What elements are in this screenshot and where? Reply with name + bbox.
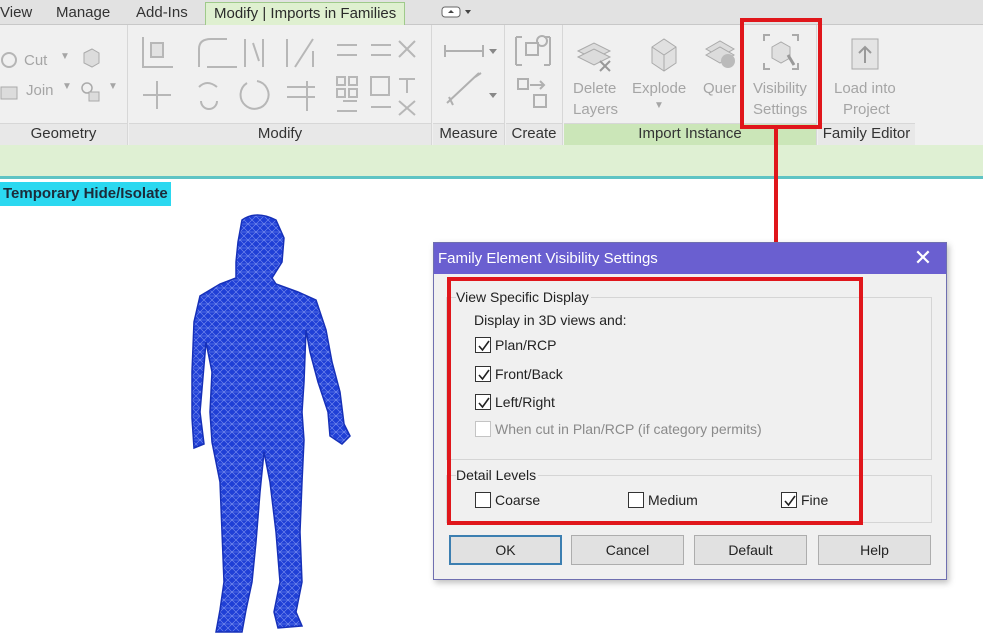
measure-label: Measure [433,123,504,145]
delete-layers-icon[interactable] [574,33,614,73]
revit-window: View Manage Add-Ins Modify | Imports in … [0,0,983,635]
explode-dropdown-icon[interactable]: ▼ [654,100,664,111]
query-button[interactable]: Quer [703,80,736,97]
tab-modify-imports[interactable]: Modify | Imports in Families [205,2,406,25]
panel-geometry: Cut ▼ Join ▼ ▼ Geometry [0,25,128,145]
panel-measure: Measure [433,25,505,145]
panel-modify: Modify [129,25,432,145]
family-editor-label: Family Editor [818,123,915,145]
load-into-project-icon[interactable] [846,33,886,73]
help-button[interactable]: Help [818,535,931,565]
panel-family-editor: Load into Project Family Editor [818,25,915,145]
create-label: Create [506,123,562,145]
split-face-icon[interactable] [80,80,104,104]
explode-icon[interactable] [644,33,684,73]
dialog-title: Family Element Visibility Settings [434,243,946,274]
modify-tools-icons[interactable] [137,31,422,119]
ribbon: Cut ▼ Join ▼ ▼ Geometry Modify Measure C… [0,25,983,145]
create-group-icon[interactable] [514,31,556,117]
tab-view[interactable]: View [0,2,32,24]
ribbon-display-toggle-icon[interactable] [440,4,474,20]
measure-icons[interactable] [441,37,499,113]
dialog-options-highlight [447,277,863,525]
paint-icon[interactable] [80,47,102,69]
tab-manage[interactable]: Manage [56,2,110,24]
cut-dropdown-icon[interactable]: ▼ [60,51,70,62]
load-into-project-line2[interactable]: Project [843,101,890,118]
split-dropdown-icon[interactable]: ▼ [108,81,118,92]
geometry-label: Geometry [0,123,127,145]
options-bar [0,145,983,179]
default-button[interactable]: Default [694,535,807,565]
human-mesh-model[interactable] [180,212,370,635]
visibility-settings-highlight [740,18,822,129]
load-into-project-line1[interactable]: Load into [834,80,896,97]
close-icon[interactable]: ✕ [912,247,934,269]
temporary-hide-isolate-banner: Temporary Hide/Isolate [0,182,171,206]
delete-layers-line1[interactable]: Delete [573,80,616,97]
panel-create: Create [506,25,563,145]
cut-icon[interactable] [0,49,22,71]
tab-add-ins[interactable]: Add-Ins [136,2,188,24]
cut-button[interactable]: Cut [24,52,47,69]
join-icon[interactable] [0,81,22,103]
cancel-button[interactable]: Cancel [571,535,684,565]
query-icon[interactable] [702,33,738,73]
join-button[interactable]: Join [26,82,54,99]
join-dropdown-icon[interactable]: ▼ [62,81,72,92]
ribbon-tab-bar: View Manage Add-Ins Modify | Imports in … [0,0,983,25]
explode-button[interactable]: Explode [632,80,686,97]
modify-label: Modify [129,123,431,145]
ok-button[interactable]: OK [449,535,562,565]
delete-layers-line2[interactable]: Layers [573,101,618,118]
